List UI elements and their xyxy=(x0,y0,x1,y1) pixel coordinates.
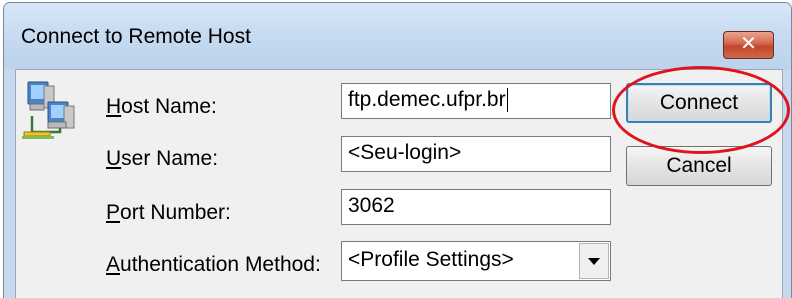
connect-button[interactable]: Connect xyxy=(626,83,772,123)
authentication-method-value: <Profile Settings> xyxy=(348,248,514,271)
authentication-method-label: Authentication Method: xyxy=(106,253,321,276)
close-button[interactable]: ✕ xyxy=(723,31,774,59)
host-name-label: Host Name: xyxy=(106,95,217,118)
user-name-input[interactable]: <Seu-login> xyxy=(341,136,611,172)
chevron-down-icon[interactable] xyxy=(579,243,609,279)
cancel-button[interactable]: Cancel xyxy=(626,146,772,186)
title-bar[interactable]: Connect to Remote Host ✕ xyxy=(4,3,791,69)
window-title: Connect to Remote Host xyxy=(21,25,251,48)
port-number-label: Port Number: xyxy=(106,201,231,224)
user-name-label: User Name: xyxy=(106,147,219,170)
network-computers-icon xyxy=(22,81,75,139)
text-caret xyxy=(506,88,508,113)
authentication-method-select[interactable]: <Profile Settings> xyxy=(341,241,611,281)
host-name-input[interactable]: ftp.demec.ufpr.br xyxy=(341,83,611,119)
port-number-input[interactable]: 3062 xyxy=(341,189,611,225)
